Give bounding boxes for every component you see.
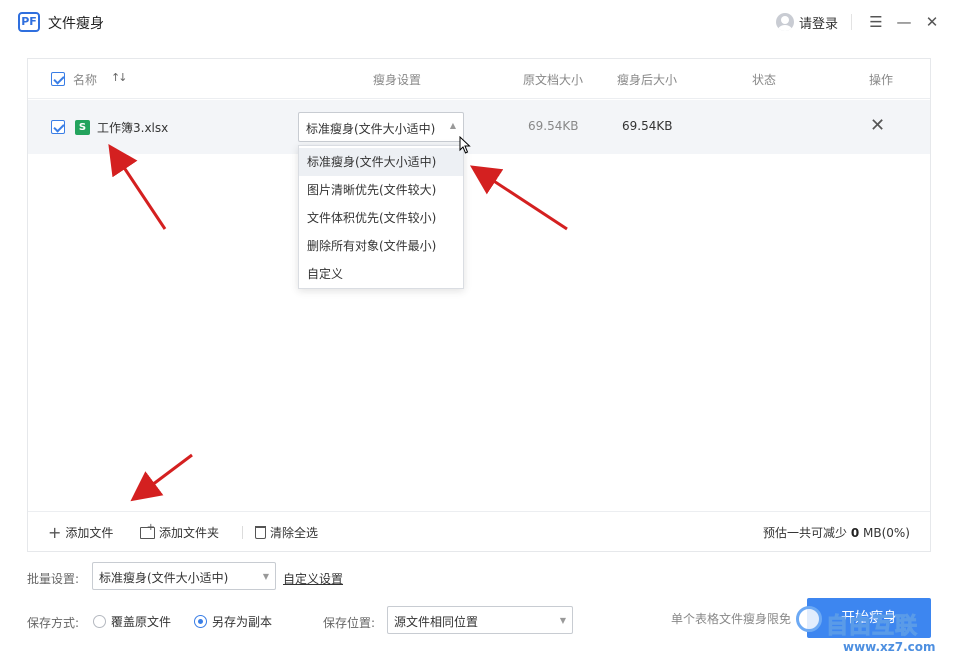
panel-footer: + 添加文件 添加文件夹 清除全选 预估一共可减少 0 MB(0%) [28,511,930,551]
radio-overwrite-dot [93,615,106,628]
add-file-label: 添加文件 [65,526,114,540]
clear-all-button[interactable]: 清除全选 [255,524,318,541]
save-location-value: 源文件相同位置 [394,615,479,629]
radio-save-copy-label: 另存为副本 [212,615,273,629]
estimate-suffix: MB(0%) [863,526,910,540]
app-title: 文件瘦身 [48,16,104,32]
radio-save-copy[interactable]: 另存为副本 [194,613,272,630]
save-location-select[interactable]: 源文件相同位置 ▼ [387,606,573,634]
login-button[interactable]: 请登录 [776,12,838,32]
watermark-text: 自由互联 [825,614,919,640]
file-list-panel: 名称 ↑↓ 瘦身设置 原文档大小 瘦身后大小 状态 操作 S 工作簿3.xlsx… [27,58,931,552]
setting-dropdown-menu: 标准瘦身(文件大小适中) 图片清晰优先(文件较大) 文件体积优先(文件较小) 删… [298,145,464,289]
add-file-button[interactable]: + 添加文件 [48,524,113,541]
row-checkbox[interactable] [51,120,65,134]
batch-setting-value: 标准瘦身(文件大小适中) [99,571,229,585]
minimize-icon[interactable]: — [894,11,914,33]
caret-down-icon: ▼ [262,572,269,581]
header-status: 状态 [752,73,777,87]
row-setting-value: 标准瘦身(文件大小适中) [306,122,436,136]
sort-icon[interactable]: ↑↓ [111,71,128,84]
header-name: 名称 [73,73,98,87]
menu-icon[interactable]: ☰ [866,11,886,33]
dropdown-option-image-quality[interactable]: 图片清晰优先(文件较大) [299,176,463,204]
close-icon[interactable]: ✕ [922,11,942,33]
save-mode-label: 保存方式: [27,616,80,630]
batch-label: 批量设置: [27,572,80,586]
radio-overwrite-label: 覆盖原文件 [111,615,172,629]
spreadsheet-file-icon: S [75,120,90,135]
dropdown-option-custom[interactable]: 自定义 [299,260,463,288]
header-new-size: 瘦身后大小 [617,73,678,87]
select-all-checkbox[interactable] [51,72,65,86]
login-label: 请登录 [799,16,839,32]
orig-size: 69.54KB [528,119,579,133]
dropdown-option-file-size[interactable]: 文件体积优先(文件较小) [299,204,463,232]
remove-file-icon[interactable]: ✕ [870,114,885,138]
trash-icon [255,526,266,539]
app-logo-icon: PF [18,12,40,32]
avatar-icon [776,13,794,31]
clear-all-label: 清除全选 [270,526,319,540]
footer-divider [242,526,243,539]
file-name: 工作簿3.xlsx [97,121,169,135]
dropdown-option-delete-objects[interactable]: 删除所有对象(文件最小) [299,232,463,260]
header-orig-size: 原文档大小 [523,73,584,87]
row-setting-select[interactable]: 标准瘦身(文件大小适中) ▲ [298,112,464,142]
titlebar-divider [851,14,852,30]
estimate-value: 0 [850,526,860,540]
header-setting: 瘦身设置 [373,73,422,87]
add-folder-button[interactable]: 添加文件夹 [140,522,220,541]
watermark-logo-icon [796,606,822,632]
custom-settings-link[interactable]: 自定义设置 [283,570,343,587]
header-action: 操作 [869,73,894,87]
table-header: 名称 ↑↓ 瘦身设置 原文档大小 瘦身后大小 状态 操作 [28,59,930,99]
batch-setting-select[interactable]: 标准瘦身(文件大小适中) ▼ [92,562,276,590]
add-folder-label: 添加文件夹 [159,526,220,540]
title-bar: PF 文件瘦身 请登录 ☰ — ✕ [0,0,957,44]
dropdown-option-standard[interactable]: 标准瘦身(文件大小适中) [299,148,463,176]
table-row[interactable]: S 工作簿3.xlsx 标准瘦身(文件大小适中) ▲ 69.54KB 69.54… [28,100,930,154]
plus-icon: + [48,522,62,542]
radio-save-copy-dot [194,615,207,628]
mouse-cursor-icon [459,136,471,154]
limit-note: 单个表格文件瘦身限免 [671,612,792,626]
caret-up-icon: ▲ [449,121,456,130]
folder-add-icon [140,522,155,539]
caret-down-icon: ▼ [559,616,566,625]
new-size: 69.54KB [622,119,673,133]
estimate-prefix: 预估一共可减少 [762,526,847,540]
estimate-text: 预估一共可减少 0 MB(0%) [763,524,910,541]
radio-overwrite[interactable]: 覆盖原文件 [93,613,171,630]
save-location-label: 保存位置: [323,616,376,630]
watermark-url: www.xz7.com [843,640,936,654]
